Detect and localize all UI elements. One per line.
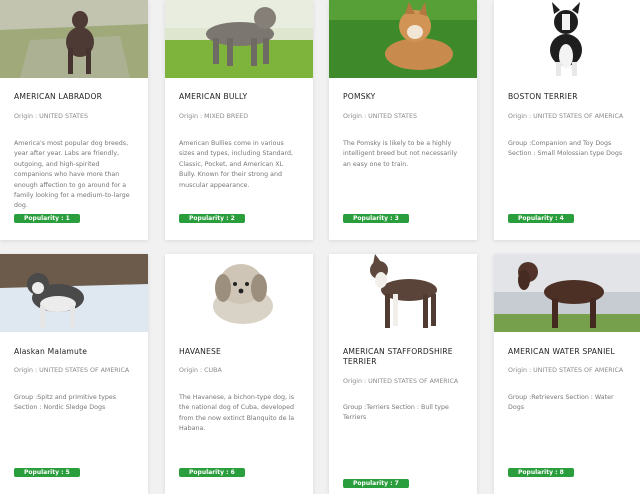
dog-description: American Bullies come in various sizes a… bbox=[179, 140, 294, 189]
dog-photo-american-staffordshire-terrier bbox=[329, 254, 477, 334]
dog-description: Group :Spitz and primitive types Section… bbox=[14, 394, 117, 412]
dog-card-alaskan-malamute[interactable]: Alaskan Malamute Origin : UNITED STATES … bbox=[0, 254, 148, 494]
dog-name: AMERICAN WATER SPANIEL bbox=[508, 347, 615, 356]
dog-photo-pomsky bbox=[329, 0, 477, 78]
popularity-badge: Popularity : 5 bbox=[14, 468, 80, 477]
dog-photo-alaskan-malamute bbox=[0, 254, 148, 332]
dog-name: POMSKY bbox=[343, 92, 376, 101]
dog-card-havanese[interactable]: HAVANESE Origin : CUBA The Havanese, a b… bbox=[165, 254, 313, 494]
dog-description: Group :Retrievers Section : Water Dogs bbox=[508, 394, 614, 412]
dog-photo-havanese bbox=[165, 254, 313, 332]
dog-origin: Origin : UNITED STATES OF AMERICA bbox=[343, 378, 459, 385]
dog-origin: Origin : UNITED STATES OF AMERICA bbox=[508, 367, 624, 374]
dog-card-pomsky[interactable]: POMSKY Origin : UNITED STATES The Pomsky… bbox=[329, 0, 477, 240]
dog-name: AMERICAN STAFFORDSHIRE TERRIER bbox=[343, 347, 453, 366]
dog-origin: Origin : MIXED BREED bbox=[179, 113, 249, 120]
dog-origin: Origin : UNITED STATES OF AMERICA bbox=[508, 113, 624, 120]
dog-name: HAVANESE bbox=[179, 347, 222, 356]
dog-origin: Origin : CUBA bbox=[179, 367, 222, 374]
dog-photo-american-bully bbox=[165, 0, 313, 78]
dog-description: America's most popular dog breeds, year … bbox=[14, 140, 130, 210]
dog-photo-boston-terrier bbox=[494, 0, 640, 78]
dog-name: AMERICAN LABRADOR bbox=[14, 92, 103, 101]
dog-description: The Havanese, a bichon-type dog, is the … bbox=[179, 394, 295, 433]
dog-card-american-staffordshire-terrier[interactable]: AMERICAN STAFFORDSHIRE TERRIER Origin : … bbox=[329, 254, 477, 494]
dog-origin: Origin : UNITED STATES bbox=[14, 113, 89, 120]
dog-card-boston-terrier[interactable]: BOSTON TERRIER Origin : UNITED STATES OF… bbox=[494, 0, 640, 240]
popularity-badge: Popularity : 1 bbox=[14, 214, 80, 223]
popularity-badge: Popularity : 3 bbox=[343, 214, 409, 223]
dog-description: Group :Companion and Toy Dogs Section : … bbox=[508, 140, 623, 158]
dog-origin: Origin : UNITED STATES bbox=[343, 113, 418, 120]
dog-photo-american-labrador bbox=[0, 0, 148, 78]
dog-card-american-water-spaniel[interactable]: AMERICAN WATER SPANIEL Origin : UNITED S… bbox=[494, 254, 640, 494]
dog-card-american-bully[interactable]: AMERICAN BULLY Origin : MIXED BREED Amer… bbox=[165, 0, 313, 240]
dog-description: Group :Terriers Section : Bull type Terr… bbox=[343, 404, 449, 422]
popularity-badge: Popularity : 6 bbox=[179, 468, 245, 477]
popularity-badge: Popularity : 2 bbox=[179, 214, 245, 223]
popularity-badge: Popularity : 8 bbox=[508, 468, 574, 477]
dog-description: The Pomsky is likely to be a highly inte… bbox=[343, 140, 458, 168]
dog-card-american-labrador[interactable]: AMERICAN LABRADOR Origin : UNITED STATES… bbox=[0, 0, 148, 240]
popularity-badge: Popularity : 4 bbox=[508, 214, 574, 223]
dog-photo-american-water-spaniel bbox=[494, 254, 640, 332]
dog-name: Alaskan Malamute bbox=[14, 347, 88, 356]
dog-origin: Origin : UNITED STATES OF AMERICA bbox=[14, 367, 130, 374]
dog-name: AMERICAN BULLY bbox=[179, 92, 248, 101]
dog-name: BOSTON TERRIER bbox=[508, 92, 578, 101]
popularity-badge: Popularity : 7 bbox=[343, 479, 409, 488]
